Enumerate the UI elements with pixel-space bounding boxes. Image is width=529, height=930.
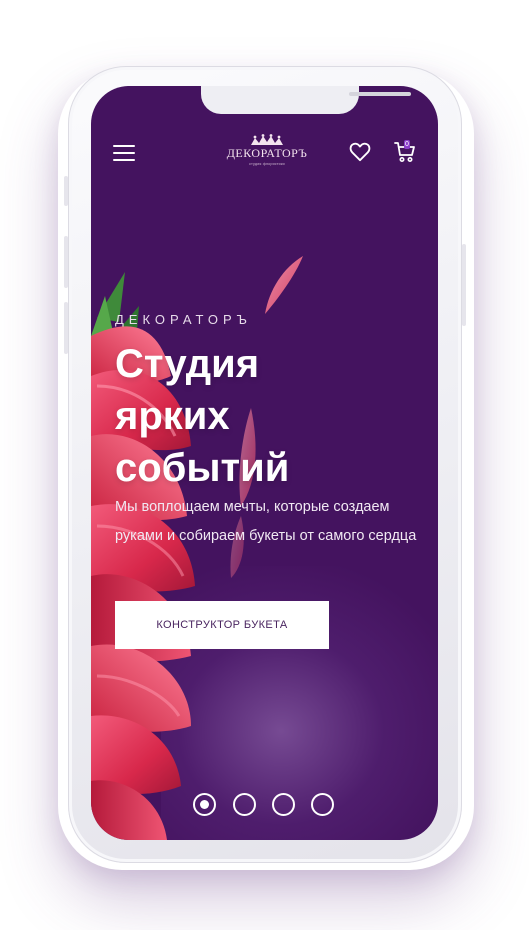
- phone-volume-down: [64, 302, 68, 354]
- logo-name: ДЕКОРАТОРЪ: [226, 146, 308, 160]
- carousel-dot-1[interactable]: [193, 793, 216, 816]
- carousel-dot-4[interactable]: [311, 793, 334, 816]
- cart-count-badge: 0: [404, 140, 410, 149]
- crown-icon: [251, 134, 283, 145]
- hero-title-line: Студия: [115, 342, 260, 386]
- hamburger-menu-icon[interactable]: [113, 145, 135, 163]
- hero-title: Студия ярких событий: [115, 338, 375, 494]
- phone-screen: ДЕКОРАТОРЪ студия флористики 0 ДЕКОРАТОР…: [91, 86, 438, 840]
- carousel-dot-2[interactable]: [233, 793, 256, 816]
- phone-speaker: [349, 92, 411, 96]
- logo-tagline: студия флористики: [249, 162, 285, 166]
- carousel-dot-3[interactable]: [272, 793, 295, 816]
- phone-notch: [201, 86, 411, 114]
- hero-title-line: событий: [115, 446, 290, 490]
- hero-description: Мы воплощаем мечты, которые создаем рука…: [115, 499, 417, 544]
- site-logo[interactable]: ДЕКОРАТОРЪ студия флористики: [217, 134, 317, 178]
- heart-icon[interactable]: [349, 142, 371, 162]
- phone-volume-up: [64, 236, 68, 288]
- bouquet-constructor-button[interactable]: КОНСТРУКТОР БУКЕТА: [115, 601, 329, 649]
- hero-title-line: ярких: [115, 394, 230, 438]
- hero-brand: ДЕКОРАТОРЪ: [115, 312, 252, 327]
- phone-power-button: [462, 244, 466, 326]
- phone-silent-switch: [64, 176, 68, 206]
- site-header: ДЕКОРАТОРЪ студия флористики 0: [91, 134, 438, 178]
- carousel-dots: [193, 793, 343, 817]
